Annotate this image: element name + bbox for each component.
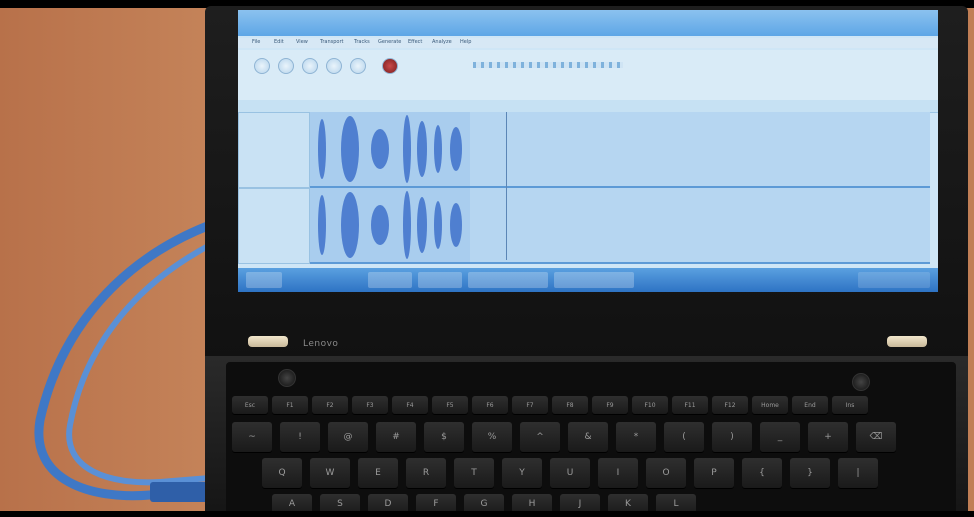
waveform (310, 188, 470, 262)
keyboard-key[interactable]: % (472, 422, 512, 452)
waveform (310, 112, 470, 186)
skip-end-button[interactable] (350, 58, 366, 74)
transport-toolbar (238, 50, 938, 100)
keyboard-key[interactable]: F4 (392, 396, 428, 414)
keyboard-key[interactable]: F2 (312, 396, 348, 414)
keyboard-key[interactable]: { (742, 458, 782, 488)
keyboard-key[interactable]: F3 (352, 396, 388, 414)
track-control-panel[interactable] (238, 188, 310, 264)
taskbar-item[interactable] (554, 272, 634, 288)
keyboard-key[interactable]: $ (424, 422, 464, 452)
taskbar-item[interactable] (468, 272, 548, 288)
keyboard-key[interactable]: Home (752, 396, 788, 414)
keyboard-key[interactable]: F10 (632, 396, 668, 414)
keyboard-key[interactable]: + (808, 422, 848, 452)
pause-button[interactable] (254, 58, 270, 74)
keyboard-key[interactable]: F8 (552, 396, 588, 414)
track-control-panel[interactable] (238, 112, 310, 188)
keyboard-key[interactable]: R (406, 458, 446, 488)
menu-generate[interactable]: Generate (378, 39, 401, 45)
menu-view[interactable]: View (296, 39, 308, 45)
keyboard-key[interactable]: & (568, 422, 608, 452)
stop-button[interactable] (302, 58, 318, 74)
playhead[interactable] (506, 112, 507, 260)
keyboard-key[interactable]: E (358, 458, 398, 488)
keyboard-key[interactable]: F7 (512, 396, 548, 414)
keyboard-key[interactable]: } (790, 458, 830, 488)
menu-edit[interactable]: Edit (274, 39, 284, 45)
keyboard-key[interactable]: Q (262, 458, 302, 488)
keyboard-key[interactable]: I (598, 458, 638, 488)
hinge-right (887, 336, 927, 347)
volume-button[interactable] (278, 369, 296, 387)
taskbar-item[interactable] (418, 272, 462, 288)
keyboard-key[interactable]: ⌫ (856, 422, 896, 452)
menu-file[interactable]: File (252, 39, 260, 45)
keyboard-key[interactable]: F6 (472, 396, 508, 414)
menu-transport[interactable]: Transport (320, 39, 343, 45)
keyboard-key[interactable]: F11 (672, 396, 708, 414)
keyboard-key[interactable]: Ins (832, 396, 868, 414)
keyboard-key[interactable]: F9 (592, 396, 628, 414)
keyboard-key[interactable]: # (376, 422, 416, 452)
keyboard-key[interactable]: | (838, 458, 878, 488)
keyboard-key[interactable]: P (694, 458, 734, 488)
keyboard-key[interactable]: ~ (232, 422, 272, 452)
hinge-left (248, 336, 288, 347)
keyboard-key[interactable]: U (550, 458, 590, 488)
keyboard-key[interactable]: ^ (520, 422, 560, 452)
usb-plug (150, 482, 210, 502)
keyboard-key[interactable]: F12 (712, 396, 748, 414)
play-button[interactable] (278, 58, 294, 74)
keyboard-key[interactable]: O (646, 458, 686, 488)
keyboard-key[interactable]: T (454, 458, 494, 488)
brand-logo: Lenovo (303, 339, 339, 349)
skip-start-button[interactable] (326, 58, 342, 74)
keyboard-key[interactable]: ( (664, 422, 704, 452)
keyboard-key[interactable]: Y (502, 458, 542, 488)
letterbox-bottom (0, 511, 974, 517)
window-titlebar (238, 10, 938, 36)
taskbar-item[interactable] (368, 272, 412, 288)
menu-help[interactable]: Help (460, 39, 471, 45)
power-button-icon[interactable] (852, 373, 870, 391)
start-button[interactable] (246, 272, 282, 288)
menu-effect[interactable]: Effect (408, 39, 422, 45)
keyboard-key[interactable]: End (792, 396, 828, 414)
level-meter (473, 62, 623, 68)
keyboard-key[interactable]: * (616, 422, 656, 452)
keyboard-key[interactable]: W (310, 458, 350, 488)
keyboard-key[interactable]: F1 (272, 396, 308, 414)
menu-analyze[interactable]: Analyze (432, 39, 452, 45)
record-button[interactable] (382, 58, 398, 74)
keyboard-key[interactable]: ! (280, 422, 320, 452)
keyboard-key[interactable]: F5 (432, 396, 468, 414)
keyboard-key[interactable]: Esc (232, 396, 268, 414)
photo-scene: File Edit View Transport Tracks Generate… (0, 0, 974, 517)
system-tray (858, 272, 930, 288)
keyboard-key[interactable]: ) (712, 422, 752, 452)
keyboard-key[interactable]: _ (760, 422, 800, 452)
menu-tracks[interactable]: Tracks (354, 39, 370, 45)
laptop-screen: File Edit View Transport Tracks Generate… (238, 10, 938, 292)
keyboard-key[interactable]: @ (328, 422, 368, 452)
